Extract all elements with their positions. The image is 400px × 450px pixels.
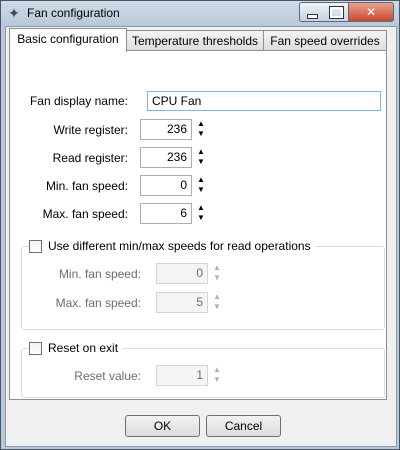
tab-temperature-thresholds[interactable]: Temperature thresholds <box>126 30 264 51</box>
max-fan-speed-value[interactable]: 6 <box>140 203 192 224</box>
read-max-fan-speed-stepper[interactable]: 5 ▲ ▼ <box>156 292 224 313</box>
stepper-arrows-icon[interactable]: ▲ ▼ <box>195 147 207 168</box>
dialog-client-area: Basic configuration Temperature threshol… <box>5 26 397 447</box>
fan-icon: ✦ <box>8 5 20 21</box>
close-button[interactable]: ✕ <box>349 2 394 22</box>
read-max-fan-speed-value[interactable]: 5 <box>156 292 208 313</box>
min-fan-speed-stepper[interactable]: 0 ▲ ▼ <box>140 175 208 196</box>
minimize-button[interactable] <box>299 2 325 22</box>
minimize-icon <box>306 13 318 19</box>
write-register-stepper[interactable]: 236 ▲ ▼ <box>140 119 208 140</box>
basic-configuration-panel: Fan display name: Write register: 236 ▲▼… <box>9 50 387 400</box>
stepper-arrows-icon[interactable]: ▲ ▼ <box>211 263 223 284</box>
read-min-fan-speed-value[interactable]: 0 <box>156 263 208 284</box>
max-fan-speed-stepper[interactable]: 6 ▲ ▼ <box>140 203 208 224</box>
read-register-stepper[interactable]: 236 ▲ ▼ <box>140 147 208 168</box>
stepper-arrows-icon[interactable]: ▲ ▼ <box>211 292 223 313</box>
maximize-button[interactable] <box>324 2 349 22</box>
read-speeds-checkbox[interactable] <box>29 239 42 253</box>
tab-basic-configuration[interactable]: Basic configuration <box>9 28 127 52</box>
min-fan-speed-value[interactable]: 0 <box>140 175 192 196</box>
read-max-fan-speed-label: Max. fan speed: <box>55 296 141 310</box>
read-speeds-checkbox-label[interactable]: Use different min/max speeds for read op… <box>48 239 311 253</box>
stepper-arrows-icon[interactable]: ▲ ▼ <box>195 119 207 140</box>
stepper-arrows-icon[interactable]: ▲ ▼ <box>195 203 207 224</box>
max-fan-speed-label: Max. fan speed: <box>42 207 128 221</box>
stepper-arrows-icon[interactable]: ▲ ▼ <box>211 365 223 386</box>
display-name-input[interactable] <box>147 91 381 111</box>
read-min-fan-speed-label: Min. fan speed: <box>58 267 141 281</box>
stepper-arrows-icon[interactable]: ▲ ▼ <box>195 175 207 196</box>
close-icon: ✕ <box>365 5 377 19</box>
tab-fan-speed-overrides[interactable]: Fan speed overrides <box>263 30 387 51</box>
reset-on-exit-checkbox-row[interactable]: Reset on exit <box>29 341 123 355</box>
read-speeds-group <box>21 246 385 330</box>
reset-on-exit-checkbox[interactable] <box>29 341 42 355</box>
display-name-label: Fan display name: <box>29 94 128 108</box>
read-register-value[interactable]: 236 <box>140 147 192 168</box>
ok-button[interactable]: OK <box>125 415 200 437</box>
fan-configuration-window: ✦ Fan configuration ✕ Basic configuratio… <box>0 0 400 450</box>
read-register-label: Read register: <box>52 151 128 165</box>
reset-on-exit-checkbox-label[interactable]: Reset on exit <box>48 341 118 355</box>
min-fan-speed-label: Min. fan speed: <box>45 179 128 193</box>
window-title: Fan configuration <box>27 6 120 20</box>
reset-value-label: Reset value: <box>74 369 141 383</box>
write-register-label: Write register: <box>53 123 128 137</box>
write-register-value[interactable]: 236 <box>140 119 192 140</box>
read-min-fan-speed-stepper[interactable]: 0 ▲ ▼ <box>156 263 224 284</box>
maximize-icon <box>328 5 344 19</box>
title-bar[interactable]: ✦ Fan configuration ✕ <box>1 1 399 25</box>
read-speeds-checkbox-row[interactable]: Use different min/max speeds for read op… <box>29 239 315 253</box>
reset-value-value[interactable]: 1 <box>156 365 208 386</box>
reset-value-stepper[interactable]: 1 ▲ ▼ <box>156 365 224 386</box>
cancel-button[interactable]: Cancel <box>206 415 281 437</box>
